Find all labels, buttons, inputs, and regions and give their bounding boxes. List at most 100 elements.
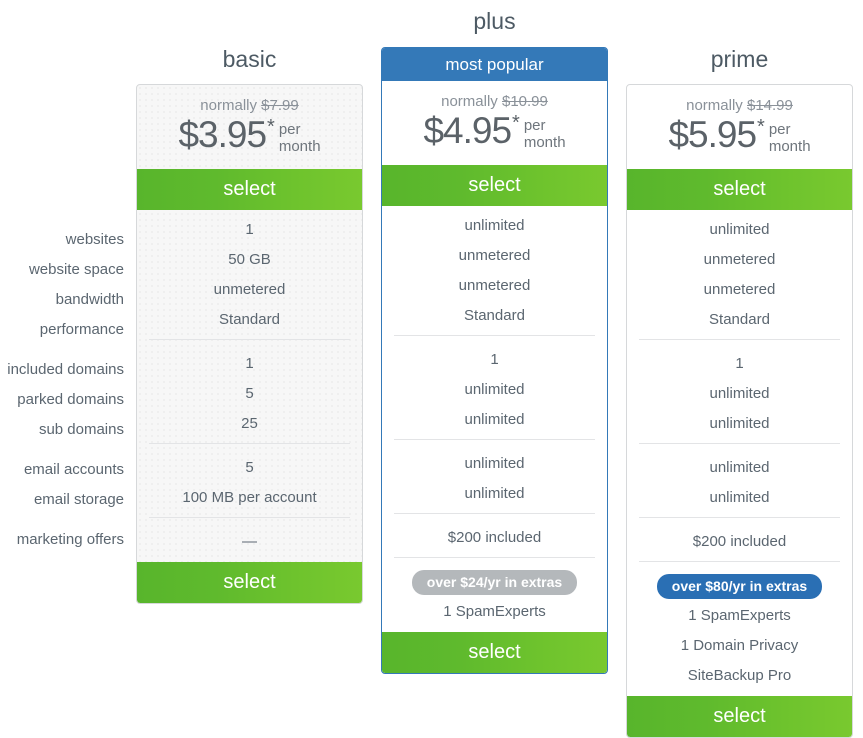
feature-value-marketing-offers-basic: — <box>242 533 257 550</box>
extras-badge-prime: over $80/yr in extras <box>656 573 823 599</box>
feature-group-gap <box>382 513 607 523</box>
price-amount-plus: $4.95 <box>423 110 512 151</box>
group-divider <box>394 439 595 440</box>
feature-group-gap <box>382 439 607 449</box>
feature-label-parked-domains: parked domains <box>17 391 124 408</box>
feature-value-sub-domains-basic: 25 <box>241 415 258 432</box>
feature-group-gap <box>627 561 852 571</box>
price-line-basic: $3.95 * per month <box>137 114 362 156</box>
feature-value-email-accounts-plus: unlimited <box>464 455 525 472</box>
group-divider <box>639 339 840 340</box>
price-amount-prime: $5.95 <box>668 114 757 155</box>
pricing-comparison-table: websites website space bandwidth perform… <box>0 0 863 738</box>
extra-item-prime-1: 1 Domain Privacy <box>680 637 799 654</box>
feature-value-website-space-prime: unmetered <box>703 251 776 268</box>
group-divider <box>639 443 840 444</box>
feature-value-performance-prime: Standard <box>709 311 770 328</box>
feature-label-included-domains: included domains <box>7 361 124 378</box>
price-period-plus: per month <box>523 117 566 151</box>
normally-price-prime: normally $14.99 <box>627 97 852 114</box>
feature-value-email-storage-prime: unlimited <box>709 489 770 506</box>
extras-badge-row-plus: over $24/yr in extras <box>382 567 607 597</box>
feature-label-performance: performance <box>39 321 124 338</box>
feature-group-gap <box>627 443 852 453</box>
most-popular-ribbon: most popular <box>382 48 607 81</box>
feature-label-marketing-offers: marketing offers <box>16 531 124 548</box>
feature-value-email-accounts-prime: unlimited <box>709 459 770 476</box>
feature-label-website-space: website space <box>28 261 124 278</box>
extras-badge-plus: over $24/yr in extras <box>411 569 578 595</box>
feature-value-email-storage-plus: unlimited <box>464 485 525 502</box>
feature-values-plus: unlimited unmetered unmetered Standard 1… <box>382 206 607 632</box>
group-divider <box>394 335 595 336</box>
normally-prefix: normally <box>686 97 743 114</box>
select-button-plus-top[interactable]: select <box>382 165 607 206</box>
feature-value-websites-plus: unlimited <box>464 217 525 234</box>
group-divider <box>149 443 350 444</box>
group-divider <box>149 339 350 340</box>
label-group-gap <box>0 515 124 525</box>
group-divider <box>394 513 595 514</box>
price-asterisk-prime: * <box>757 116 765 138</box>
price-block-plus: normally $10.99 $4.95 * per month <box>382 81 607 165</box>
price-asterisk-basic: * <box>267 116 275 138</box>
select-button-prime-top[interactable]: select <box>627 169 852 210</box>
select-button-basic-bottom[interactable]: select <box>137 562 362 603</box>
normally-amount: $7.99 <box>261 97 299 114</box>
price-line-plus: $4.95 * per month <box>382 110 607 152</box>
plan-title-basic: basic <box>222 46 277 72</box>
normally-amount: $10.99 <box>501 93 548 110</box>
plan-title-prime: prime <box>710 46 769 72</box>
feature-label-sub-domains: sub domains <box>38 421 124 438</box>
plan-title-plus: plus <box>473 8 516 34</box>
plan-card-basic: normally $7.99 $3.95 * per month select 1… <box>136 84 363 604</box>
feature-values-basic: 1 50 GB unmetered Standard 1 5 25 5 100 … <box>137 210 362 562</box>
select-button-plus-bottom[interactable]: select <box>382 632 607 673</box>
normally-prefix: normally <box>200 97 257 114</box>
feature-value-performance-plus: Standard <box>464 307 525 324</box>
price-period-prime: per month <box>768 121 811 155</box>
feature-value-parked-domains-plus: unlimited <box>464 381 525 398</box>
extra-item-prime-0: 1 SpamExperts <box>688 607 791 624</box>
feature-value-websites-basic: 1 <box>245 221 254 238</box>
feature-value-email-accounts-basic: 5 <box>245 459 254 476</box>
plan-card-prime: normally $14.99 $5.95 * per month select … <box>626 84 853 738</box>
group-divider <box>639 561 840 562</box>
price-block-prime: normally $14.99 $5.95 * per month <box>627 85 852 169</box>
feature-value-marketing-offers-prime: $200 included <box>692 533 787 550</box>
price-amount-basic: $3.95 <box>178 114 267 155</box>
feature-values-prime: unlimited unmetered unmetered Standard 1… <box>627 210 852 696</box>
group-divider <box>149 517 350 518</box>
normally-prefix: normally <box>441 93 498 110</box>
label-group-gap <box>0 445 124 455</box>
feature-group-gap <box>627 517 852 527</box>
feature-group-gap <box>137 339 362 349</box>
group-divider <box>639 517 840 518</box>
feature-label-email-storage: email storage <box>33 491 124 508</box>
feature-value-bandwidth-plus: unmetered <box>458 277 531 294</box>
feature-label-email-accounts: email accounts <box>23 461 124 478</box>
select-button-basic-top[interactable]: select <box>137 169 362 210</box>
feature-group-gap <box>382 557 607 567</box>
feature-value-bandwidth-basic: unmetered <box>213 281 286 298</box>
feature-value-included-domains-prime: 1 <box>735 355 744 372</box>
feature-value-email-storage-basic: 100 MB per account <box>182 489 317 506</box>
feature-group-gap <box>137 517 362 527</box>
normally-price-basic: normally $7.99 <box>137 97 362 114</box>
group-divider <box>394 557 595 558</box>
select-button-prime-bottom[interactable]: select <box>627 696 852 737</box>
feature-value-included-domains-basic: 1 <box>245 355 254 372</box>
feature-value-sub-domains-prime: unlimited <box>709 415 770 432</box>
label-group-gap <box>0 345 124 355</box>
normally-amount: $14.99 <box>746 97 793 114</box>
feature-value-bandwidth-prime: unmetered <box>703 281 776 298</box>
price-line-prime: $5.95 * per month <box>627 114 852 156</box>
feature-value-sub-domains-plus: unlimited <box>464 411 525 428</box>
price-asterisk-plus: * <box>512 112 520 134</box>
feature-value-websites-prime: unlimited <box>709 221 770 238</box>
feature-group-gap <box>382 335 607 345</box>
feature-label-bandwidth: bandwidth <box>55 291 124 308</box>
normally-price-plus: normally $10.99 <box>382 93 607 110</box>
feature-value-performance-basic: Standard <box>219 311 280 328</box>
feature-group-gap <box>627 339 852 349</box>
